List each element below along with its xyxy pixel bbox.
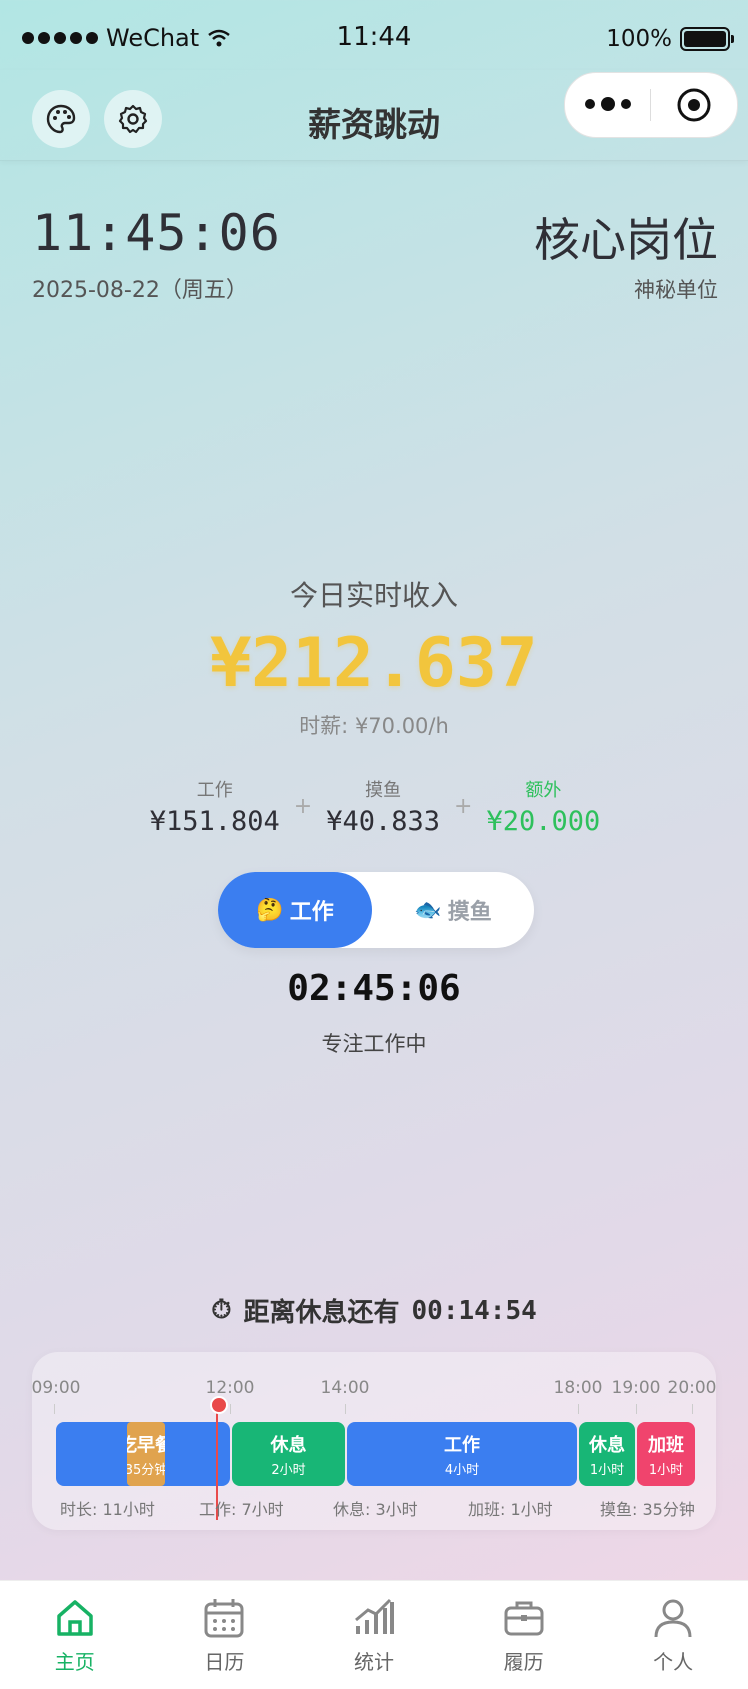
income-value: ¥212.637 bbox=[210, 624, 538, 703]
current-clock: 11:45:06 bbox=[32, 204, 281, 262]
calendar-icon bbox=[204, 1598, 244, 1637]
segment-title: 加班 bbox=[648, 1434, 684, 1456]
tab-home[interactable]: 主页 bbox=[0, 1581, 150, 1689]
plus-sign: + bbox=[454, 794, 473, 819]
segment-title: 吃早餐 bbox=[127, 1434, 165, 1456]
segment-duration: 4小时 bbox=[444, 1462, 480, 1478]
break-countdown: ⏱ 距离休息还有 00:14:54 bbox=[0, 1292, 748, 1329]
plus-sign: + bbox=[293, 794, 313, 819]
chart-icon bbox=[355, 1598, 394, 1634]
segment-title: 休息 bbox=[589, 1434, 625, 1456]
stat-work: 工作: 7小时 bbox=[199, 1500, 284, 1519]
battery-percent: 100% bbox=[606, 26, 672, 52]
company-name: 神秘单位 bbox=[634, 278, 718, 302]
tick-mark bbox=[230, 1404, 231, 1414]
work-income: 工作 ¥151.804 bbox=[150, 776, 280, 837]
countdown-value: 00:14:54 bbox=[411, 1295, 537, 1326]
tick-label: 12:00 bbox=[205, 1378, 255, 1398]
current-date: 2025-08-22（周五） bbox=[32, 278, 248, 303]
stat-slack: 摸鱼: 35分钟 bbox=[600, 1500, 695, 1519]
timeline-segment-overtime[interactable]: 加班 1小时 bbox=[637, 1422, 695, 1486]
segment-duration: 2小时 bbox=[271, 1462, 306, 1478]
tick-mark bbox=[636, 1404, 637, 1414]
extra-income-value: ¥20.000 bbox=[486, 806, 601, 837]
close-button[interactable] bbox=[651, 87, 736, 123]
segment-duration: 1小时 bbox=[589, 1462, 625, 1478]
stopwatch-icon: ⏱ bbox=[211, 1295, 232, 1325]
segment-title: 工作 bbox=[444, 1434, 480, 1456]
work-mode-button[interactable]: 🤔 工作 bbox=[218, 872, 372, 948]
more-button[interactable] bbox=[565, 97, 650, 111]
tab-resume[interactable]: 履历 bbox=[449, 1581, 599, 1689]
session-timer: 02:45:06 bbox=[287, 968, 461, 1009]
tick-label: 20:00 bbox=[667, 1378, 717, 1398]
timeline-segment-rest[interactable]: 休息 2小时 bbox=[232, 1422, 345, 1486]
tab-home-label: 主页 bbox=[54, 1649, 95, 1674]
tab-profile-label: 个人 bbox=[653, 1649, 694, 1674]
extra-income: 额外 ¥20.000 bbox=[486, 776, 600, 837]
tick-mark bbox=[54, 1404, 55, 1414]
target-close-icon bbox=[677, 88, 710, 122]
current-time-dot bbox=[210, 1396, 228, 1414]
tab-stats-label: 统计 bbox=[353, 1649, 394, 1674]
user-icon bbox=[654, 1599, 692, 1637]
tick-mark bbox=[578, 1404, 579, 1414]
briefcase-icon bbox=[504, 1601, 544, 1635]
tick-label: 18:00 bbox=[553, 1378, 603, 1398]
stat-overtime: 加班: 1小时 bbox=[468, 1500, 553, 1519]
day-timeline: 09:00 12:00 14:00 18:00 19:00 20:00 工作 吃… bbox=[31, 1352, 717, 1530]
timeline-segment-breakfast[interactable]: 吃早餐 35分钟 bbox=[127, 1422, 165, 1486]
tick-label: 19:00 bbox=[611, 1378, 661, 1398]
tab-profile[interactable]: 个人 bbox=[598, 1581, 748, 1689]
tick-mark bbox=[692, 1404, 693, 1414]
tab-calendar[interactable]: 日历 bbox=[150, 1581, 300, 1689]
timeline-segment-work[interactable]: 工作 4小时 bbox=[347, 1422, 577, 1486]
home-icon bbox=[57, 1599, 93, 1636]
slack-income: 摸鱼 ¥40.833 bbox=[326, 776, 440, 837]
session-status: 专注工作中 bbox=[321, 1032, 427, 1056]
slack-income-label: 摸鱼 bbox=[365, 780, 402, 801]
battery-status: 100% bbox=[606, 26, 734, 52]
tab-stats[interactable]: 统计 bbox=[299, 1581, 449, 1689]
slack-income-value: ¥40.833 bbox=[326, 806, 441, 837]
job-title: 核心岗位 bbox=[534, 213, 718, 267]
segment-duration: 35分钟 bbox=[127, 1462, 165, 1478]
status-bar: WeChat 11:44 100% bbox=[0, 0, 748, 80]
thinking-emoji-icon: 🤔 bbox=[256, 897, 284, 923]
segment-duration: 1小时 bbox=[648, 1462, 684, 1478]
stat-rest: 休息: 3小时 bbox=[333, 1500, 418, 1519]
hourly-rate: 时薪: ¥70.00/h bbox=[299, 714, 449, 738]
slack-mode-button[interactable]: 🐟 摸鱼 bbox=[372, 872, 534, 948]
work-income-value: ¥151.804 bbox=[149, 806, 280, 837]
income-breakdown: 工作 ¥151.804 + 摸鱼 ¥40.833 + 额外 ¥20.000 bbox=[140, 776, 610, 837]
battery-icon bbox=[680, 27, 734, 51]
segment-title: 休息 bbox=[270, 1434, 307, 1456]
income-label: 今日实时收入 bbox=[289, 579, 458, 612]
countdown-label: 距离休息还有 bbox=[243, 1298, 400, 1328]
work-income-label: 工作 bbox=[196, 780, 233, 801]
extra-income-label: 额外 bbox=[525, 780, 562, 801]
timeline-segment-rest[interactable]: 休息 1小时 bbox=[579, 1422, 635, 1486]
tab-calendar-label: 日历 bbox=[204, 1649, 245, 1674]
slack-mode-label: 摸鱼 bbox=[447, 900, 492, 925]
tab-resume-label: 履历 bbox=[503, 1649, 544, 1674]
work-mode-label: 工作 bbox=[289, 900, 334, 925]
fish-icon: 🐟 bbox=[414, 897, 442, 923]
tick-label: 14:00 bbox=[320, 1378, 370, 1398]
mode-toggle: 🤔 工作 🐟 摸鱼 bbox=[218, 872, 534, 948]
stat-duration: 时长: 11小时 bbox=[60, 1500, 155, 1519]
mini-program-capsule bbox=[564, 72, 738, 138]
tick-label: 09:00 bbox=[31, 1378, 81, 1398]
tab-bar: 主页 日历 统计 履历 个人 bbox=[0, 1580, 748, 1689]
tick-mark bbox=[345, 1404, 346, 1414]
